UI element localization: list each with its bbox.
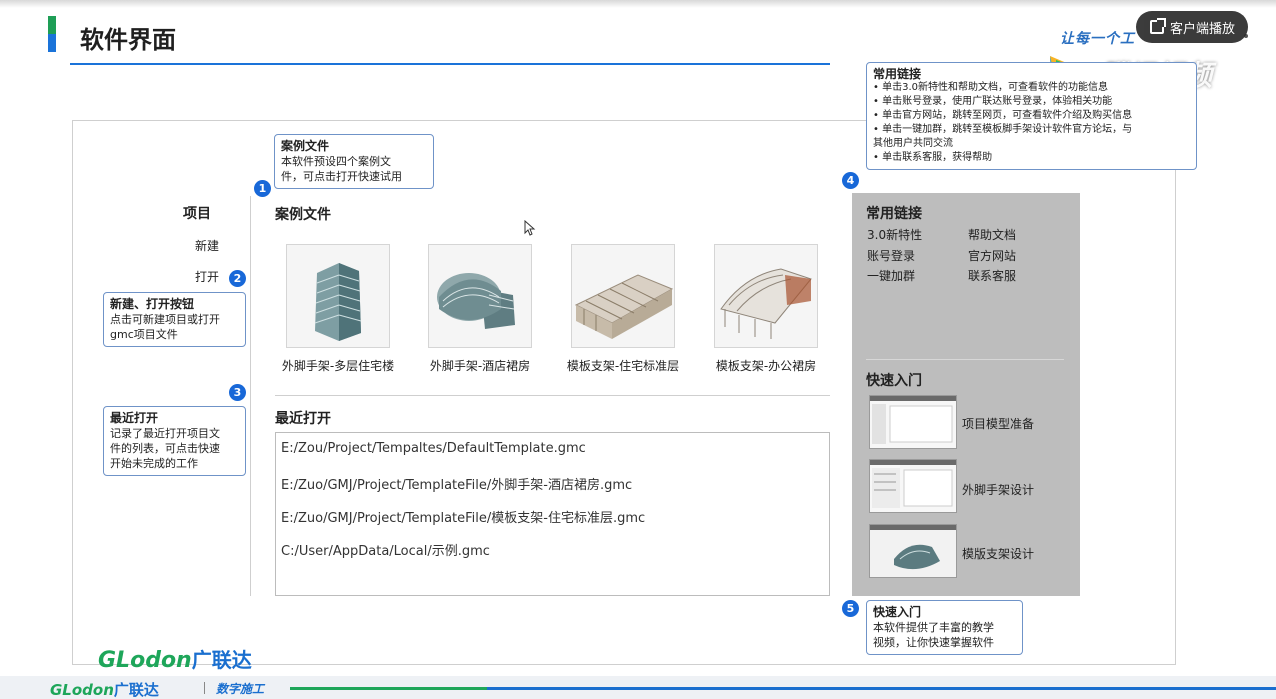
callout-line: • 单击联系客服，获得帮助	[873, 152, 993, 163]
glodon-logo: GLodon广联达	[98, 644, 252, 673]
quick-start-title: 快速入门	[866, 373, 922, 389]
callout-line: • 单击一键加群，跳转至模板脚手架设计软件官方论坛，与	[873, 124, 1133, 135]
callout-title: 案例文件	[281, 139, 330, 153]
callout-line: 点击可新建项目或打开	[110, 313, 220, 326]
brand-en: GLodon	[98, 648, 192, 673]
building-hotel-icon	[429, 245, 531, 347]
callout-line: 件，可点击打开快速试用	[281, 170, 402, 183]
bottom-separator	[204, 682, 205, 694]
recent-file-item[interactable]: E:/Zuo/GMJ/Project/TemplateFile/模板支架-住宅标…	[281, 507, 645, 526]
external-link-icon	[1150, 18, 1166, 34]
formwork-floor-icon	[572, 245, 674, 347]
open-project-link[interactable]: 打开	[195, 268, 219, 285]
title-underline	[70, 63, 830, 65]
callout-number-badge: 1	[254, 180, 271, 197]
sample-thumb-hotel[interactable]	[428, 244, 532, 348]
callout-number-badge: 2	[229, 270, 246, 287]
callout-line: 本软件预设四个案例文	[281, 155, 391, 168]
callout-new-open: 新建、打开按钮 点击可新建项目或打开 gmc项目文件	[103, 292, 246, 347]
callout-title: 常用链接	[873, 67, 922, 81]
section-divider	[275, 395, 830, 396]
bottom-subtitle: 数字施工	[216, 682, 265, 696]
link-official-site[interactable]: 官方网站	[968, 247, 1016, 264]
left-panel-divider	[250, 196, 251, 596]
callout-quick-start: 快速入门 本软件提供了丰富的教学 视频，让你快速掌握软件	[866, 600, 1023, 655]
bottom-brand-cn: 广联达	[113, 681, 159, 699]
callout-title: 新建、打开按钮	[110, 297, 195, 311]
sample-label-hotel[interactable]: 外脚手架-酒店裙房	[410, 357, 550, 374]
sample-label-residential[interactable]: 外脚手架-多层住宅楼	[268, 357, 408, 374]
callout-title: 快速入门	[873, 605, 922, 619]
video-screenshot-icon	[870, 525, 956, 577]
callout-sample-files: 案例文件 本软件预设四个案例文 件，可点击打开快速试用	[274, 134, 434, 189]
recent-files-list: E:/Zou/Project/Tempaltes/DefaultTemplate…	[275, 432, 830, 596]
callout-line: 记录了最近打开项目文	[110, 427, 220, 440]
callout-line: • 单击账号登录，使用广联达账号登录，体验相关功能	[873, 96, 1113, 107]
link-account-login[interactable]: 账号登录	[867, 247, 915, 264]
quick-start-item-model-prep[interactable]: 项目模型准备	[962, 415, 1034, 432]
sample-thumb-residential[interactable]	[286, 244, 390, 348]
recent-title: 最近打开	[275, 411, 331, 427]
new-project-link[interactable]: 新建	[195, 237, 219, 254]
video-screenshot-icon	[870, 396, 956, 448]
callout-line: 其他用户共同交流	[873, 138, 953, 149]
video-screenshot-icon	[870, 460, 956, 512]
quick-start-item-formwork[interactable]: 模版支架设计	[962, 545, 1034, 562]
sample-files-title: 案例文件	[275, 207, 331, 223]
quick-start-video-thumb[interactable]	[869, 459, 957, 513]
recent-file-item[interactable]: C:/User/AppData/Local/示例.gmc	[281, 540, 490, 559]
link-new-features[interactable]: 3.0新特性	[867, 226, 922, 243]
slogan-text: 让每一个工	[1060, 31, 1135, 47]
mouse-cursor-icon	[524, 220, 536, 236]
quick-start-video-thumb[interactable]	[869, 524, 957, 578]
callout-line: • 单击3.0新特性和帮助文档，可查看软件的功能信息	[873, 82, 1108, 93]
callout-line: gmc项目文件	[110, 328, 178, 341]
page-title: 软件界面	[80, 26, 176, 54]
recent-file-item[interactable]: E:/Zou/Project/Tempaltes/DefaultTemplate…	[281, 441, 586, 456]
callout-line: 件的列表，可点击快速	[110, 442, 220, 455]
quick-start-item-scaffold[interactable]: 外脚手架设计	[962, 481, 1034, 498]
callout-number-badge: 5	[842, 600, 859, 617]
callout-line: 视频，让你快速掌握软件	[873, 636, 994, 649]
sample-thumb-formwork-office[interactable]	[714, 244, 818, 348]
nav-heading-project: 项目	[183, 206, 211, 222]
panel-divider	[866, 359, 1064, 360]
callout-line: • 单击官方网站，跳转至网页，可查看软件介绍及购买信息	[873, 110, 1133, 121]
building-tower-icon	[287, 245, 389, 347]
top-shadow	[0, 0, 1276, 8]
sample-label-formwork-office[interactable]: 模板支架-办公裙房	[696, 357, 836, 374]
callout-common-links: 常用链接 • 单击3.0新特性和帮助文档，可查看软件的功能信息 • 单击账号登录…	[866, 62, 1197, 170]
callout-recent: 最近打开 记录了最近打开项目文 件的列表，可点击快速 开始未完成的工作	[103, 406, 246, 476]
bottom-brand-en: GLodon	[50, 681, 114, 699]
formwork-office-icon	[715, 245, 817, 347]
slide: 软件界面 让每一个工 客户端播放 腾讯视频 项目 新建 打开 案例文件	[0, 0, 1276, 699]
sample-label-formwork-residential[interactable]: 模板支架-住宅标准层	[553, 357, 693, 374]
callout-number-badge: 3	[229, 384, 246, 401]
callout-line: 本软件提供了丰富的教学	[873, 621, 994, 634]
link-join-group[interactable]: 一键加群	[867, 267, 915, 284]
common-links-title: 常用链接	[866, 206, 922, 222]
callout-title: 最近打开	[110, 411, 159, 425]
callout-line: 开始未完成的工作	[110, 457, 198, 470]
callout-number-badge: 4	[842, 172, 859, 189]
bottom-accent-line	[290, 687, 1276, 690]
link-help-docs[interactable]: 帮助文档	[968, 226, 1016, 243]
bottom-glodon-logo: GLodon广联达	[50, 679, 159, 699]
client-play-button[interactable]: 客户端播放	[1136, 11, 1248, 43]
quick-start-video-thumb[interactable]	[869, 395, 957, 449]
client-play-label: 客户端播放	[1170, 21, 1236, 37]
sample-thumb-formwork-residential[interactable]	[571, 244, 675, 348]
brand-cn: 广联达	[191, 648, 252, 672]
link-contact-support[interactable]: 联系客服	[968, 267, 1016, 284]
title-accent-blue	[48, 34, 56, 52]
recent-file-item[interactable]: E:/Zuo/GMJ/Project/TemplateFile/外脚手架-酒店裙…	[281, 474, 632, 493]
